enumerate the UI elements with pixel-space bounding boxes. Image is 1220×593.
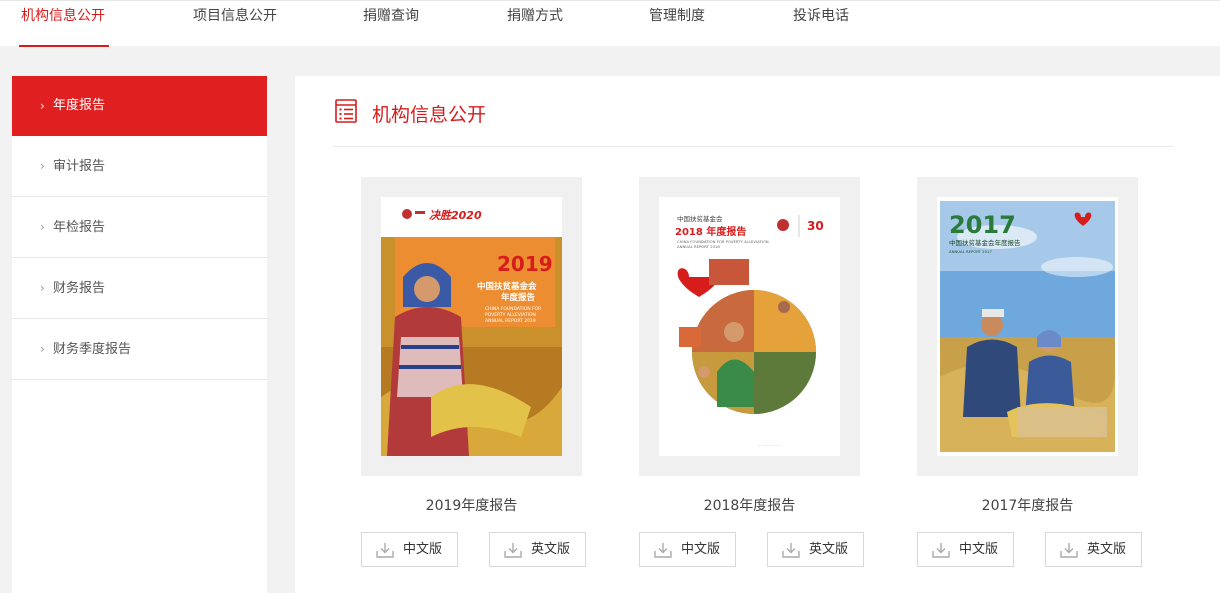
- download-chinese-label: 中文版: [681, 542, 721, 557]
- download-chinese-label: 中文版: [403, 542, 443, 557]
- report-cover-2019[interactable]: 决胜2020 2019 中国扶贫基金会 年度报告 CHINA FOUNDATIO…: [381, 197, 562, 456]
- svg-text:· · · · · · · · ·: · · · · · · · · ·: [759, 443, 781, 448]
- report-cover-2017[interactable]: 2017 中国扶贫基金会年度报告 ANNUAL REPORT 2017: [937, 197, 1118, 456]
- report-name: 2018年度报告: [703, 498, 796, 514]
- report-name: 2019年度报告: [425, 498, 518, 514]
- chevron-right-icon: ›: [40, 159, 45, 173]
- report-name: 2017年度报告: [981, 498, 1074, 514]
- tab-management-rules[interactable]: 管理制度: [649, 5, 705, 45]
- cover-en: ANNUAL REPORT 2017: [949, 249, 992, 254]
- cover-en-1: CHINA FOUNDATION FOR: [485, 306, 541, 312]
- download-chinese-button[interactable]: 中文版: [361, 532, 458, 567]
- cover-cn-title-2: 年度报告: [501, 292, 536, 303]
- chevron-right-icon: ›: [40, 281, 45, 295]
- tab-org-info[interactable]: 机构信息公开: [19, 5, 109, 47]
- section-header: 机构信息公开: [333, 76, 1173, 147]
- cover-title: 中国扶贫基金会年度报告: [949, 238, 1021, 247]
- download-icon: [782, 543, 800, 558]
- download-english-label: 英文版: [1087, 542, 1127, 557]
- tab-complaint-phone[interactable]: 投诉电话: [793, 5, 849, 45]
- download-chinese-label: 中文版: [959, 542, 999, 557]
- download-english-label: 英文版: [809, 542, 849, 557]
- cover-anniversary: 30: [807, 219, 824, 233]
- chevron-right-icon: ›: [40, 342, 45, 356]
- tab-project-info[interactable]: 项目信息公开: [193, 5, 277, 45]
- cover-frame: 决胜2020 2019 中国扶贫基金会 年度报告 CHINA FOUNDATIO…: [361, 177, 582, 476]
- tab-donation-query[interactable]: 捐赠查询: [363, 5, 419, 45]
- cover-org: 中国扶贫基金会: [677, 214, 723, 223]
- page-title: 机构信息公开: [372, 104, 487, 126]
- download-english-label: 英文版: [531, 542, 571, 557]
- download-icon: [1060, 543, 1078, 558]
- chevron-right-icon: ›: [40, 99, 45, 113]
- sidebar-item-label: 财务报告: [53, 281, 106, 296]
- download-icon: [932, 543, 950, 558]
- sidebar-item-audit-report[interactable]: › 审计报告: [12, 136, 267, 197]
- download-chinese-button[interactable]: 中文版: [639, 532, 736, 567]
- sidebar-item-annual-report[interactable]: › 年度报告: [12, 76, 267, 136]
- cover-year: 2017: [949, 211, 1016, 239]
- cover-en-3: ANNUAL REPORT 2019: [485, 318, 536, 324]
- tab-donation-methods[interactable]: 捐赠方式: [507, 5, 563, 45]
- cover-frame: 2017 中国扶贫基金会年度报告 ANNUAL REPORT 2017: [917, 177, 1138, 476]
- download-english-button[interactable]: 英文版: [1045, 532, 1142, 567]
- main-panel: 机构信息公开 决胜2020 2019 中国扶贫基金会 年度报告 CHINA FO…: [295, 76, 1220, 593]
- cover-year: 2019: [497, 252, 553, 276]
- sidebar-item-label: 年检报告: [53, 220, 106, 235]
- sidebar-item-label: 财务季度报告: [53, 342, 132, 357]
- cover-en-2: ANNUAL REPORT 2018: [677, 244, 720, 249]
- chevron-right-icon: ›: [40, 220, 45, 234]
- sidebar: › 年度报告 › 审计报告 › 年检报告 › 财务报告 › 财务季度报告: [12, 76, 267, 593]
- download-chinese-button[interactable]: 中文版: [917, 532, 1014, 567]
- sidebar-item-label: 年度报告: [53, 98, 106, 113]
- download-icon: [654, 543, 672, 558]
- sidebar-item-financial-report[interactable]: › 财务报告: [12, 258, 267, 319]
- document-list-icon: [335, 99, 357, 123]
- sidebar-item-quarterly-financial-report[interactable]: › 财务季度报告: [12, 319, 267, 380]
- download-icon: [504, 543, 522, 558]
- top-nav: 机构信息公开 项目信息公开 捐赠查询 捐赠方式 管理制度 投诉电话: [0, 0, 1220, 47]
- report-cover-2018[interactable]: 中国扶贫基金会 2018 年度报告 CHINA FOUNDATION FOR P…: [659, 197, 840, 456]
- cover-badge: 决胜2020: [429, 209, 482, 222]
- cover-en-2: POVERTY ALLEVIATION: [485, 312, 536, 318]
- cover-title: 2018 年度报告: [675, 225, 746, 238]
- download-english-button[interactable]: 英文版: [767, 532, 864, 567]
- sidebar-item-label: 审计报告: [53, 159, 106, 174]
- download-icon: [376, 543, 394, 558]
- sidebar-item-inspection-report[interactable]: › 年检报告: [12, 197, 267, 258]
- cover-frame: 中国扶贫基金会 2018 年度报告 CHINA FOUNDATION FOR P…: [639, 177, 860, 476]
- download-english-button[interactable]: 英文版: [489, 532, 586, 567]
- cover-cn-title-1: 中国扶贫基金会: [477, 281, 537, 292]
